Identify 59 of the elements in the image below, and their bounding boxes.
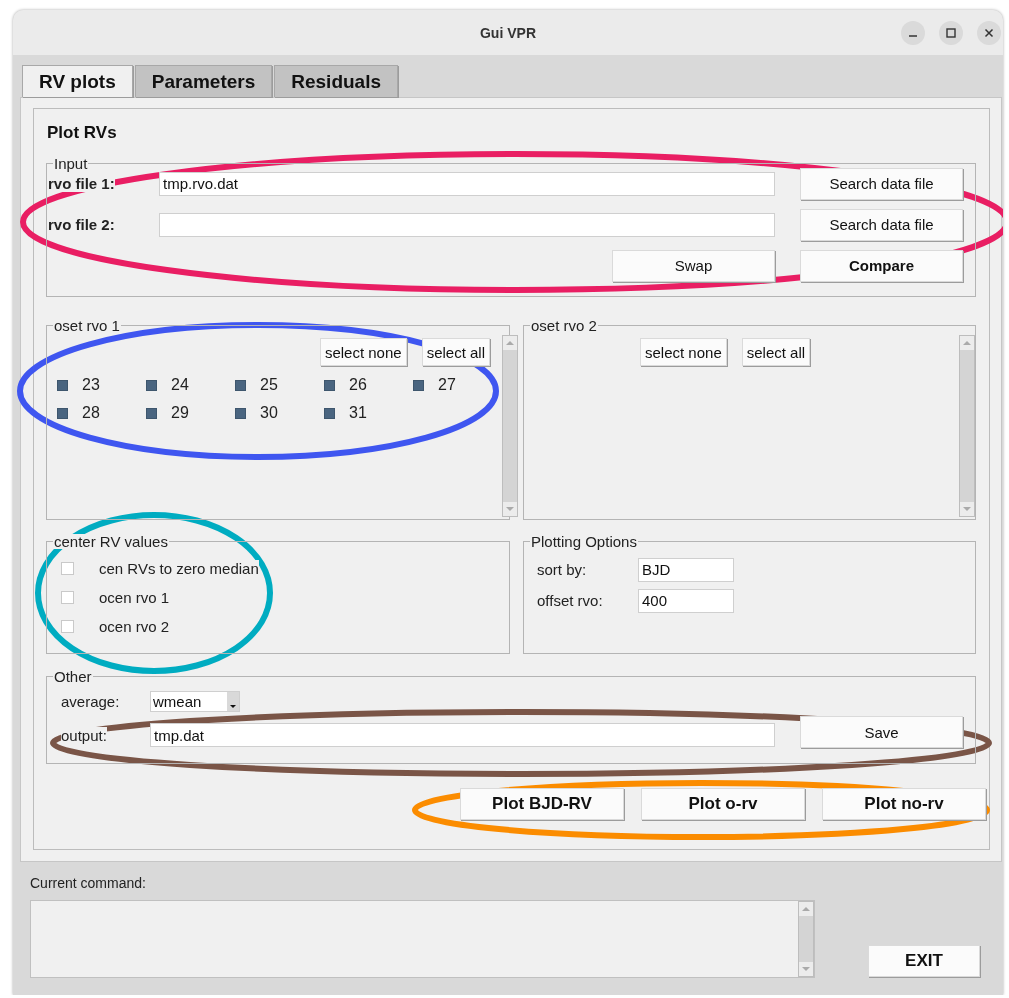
compare-button[interactable]: Compare — [800, 249, 963, 282]
search-button[interactable]: Search data file — [800, 167, 963, 200]
minimize-icon[interactable] — [901, 20, 925, 45]
subset-checkbox[interactable]: 26 — [324, 376, 367, 394]
plot-button[interactable]: Plot o-rv — [641, 788, 805, 820]
subset-checkbox[interactable]: 23 — [57, 376, 100, 394]
text-field[interactable]: tmp.rvo.dat — [159, 171, 775, 196]
select-button[interactable]: select all — [741, 338, 811, 366]
search-button[interactable]: Search data file — [800, 208, 963, 241]
save-button[interactable]: Save — [800, 716, 963, 748]
subset-checkbox[interactable]: 24 — [146, 376, 189, 394]
option-checkbox[interactable]: cen RVs to zero median — [61, 560, 259, 577]
arrow-down-icon[interactable] — [801, 966, 811, 972]
command-label: Current command: — [30, 875, 147, 891]
field-label: sort by: — [537, 561, 587, 578]
field-label: output: — [61, 726, 107, 744]
average-dropdown[interactable]: wmean — [150, 691, 240, 712]
field-label: offset rvo: — [537, 592, 603, 609]
close-icon[interactable] — [977, 20, 1001, 45]
maximize-icon[interactable] — [939, 20, 963, 45]
scrollbar[interactable] — [502, 335, 518, 517]
text-field[interactable]: BJD — [638, 557, 734, 582]
option-checkbox[interactable]: ocen rvo 2 — [61, 618, 170, 635]
select-button[interactable]: select none — [640, 338, 727, 366]
group-title: Plotting Options — [530, 534, 638, 549]
plot-button[interactable]: Plot BJD-RV — [460, 788, 624, 820]
group-title: center RV values — [53, 534, 169, 549]
option-checkbox[interactable]: ocen rvo 1 — [61, 589, 170, 606]
field-label: rvo file 2: — [47, 216, 115, 233]
scrollbar[interactable] — [959, 335, 975, 517]
subset-checkbox[interactable]: 28 — [57, 404, 100, 422]
window-title: Gui VPR — [480, 24, 536, 41]
group-title: oset rvo 2 — [530, 318, 598, 333]
plot-button[interactable]: Plot no-rv — [822, 788, 986, 820]
tab[interactable]: RV plots — [22, 65, 133, 97]
subset-checkbox[interactable]: 30 — [235, 404, 278, 422]
arrow-down-icon[interactable] — [962, 506, 972, 512]
exit-button[interactable]: EXIT — [868, 945, 980, 977]
text-field[interactable] — [159, 212, 775, 237]
scrollbar[interactable] — [798, 901, 814, 977]
text-field[interactable]: tmp.dat — [150, 723, 775, 747]
group-title: oset rvo 1 — [53, 318, 121, 333]
field-label: rvo file 1: — [47, 175, 115, 192]
subset-checkbox[interactable]: 31 — [324, 404, 367, 422]
group-title: Other — [53, 669, 93, 684]
select-button[interactable]: select all — [421, 338, 490, 366]
tab[interactable]: Residuals — [274, 65, 398, 97]
subset-checkbox[interactable]: 25 — [235, 376, 278, 394]
swap-button[interactable]: Swap — [612, 249, 775, 282]
tab[interactable]: Parameters — [134, 65, 273, 97]
arrow-down-icon[interactable] — [505, 506, 515, 512]
arrow-up-icon[interactable] — [505, 340, 515, 346]
select-button[interactable]: select none — [319, 338, 407, 366]
arrow-up-icon[interactable] — [801, 906, 811, 912]
text-field[interactable]: 400 — [638, 588, 734, 613]
group-title: Input — [53, 156, 89, 171]
subset-checkbox[interactable]: 27 — [413, 376, 456, 394]
arrow-up-icon[interactable] — [962, 340, 972, 346]
subset-checkbox[interactable]: 29 — [146, 404, 189, 422]
